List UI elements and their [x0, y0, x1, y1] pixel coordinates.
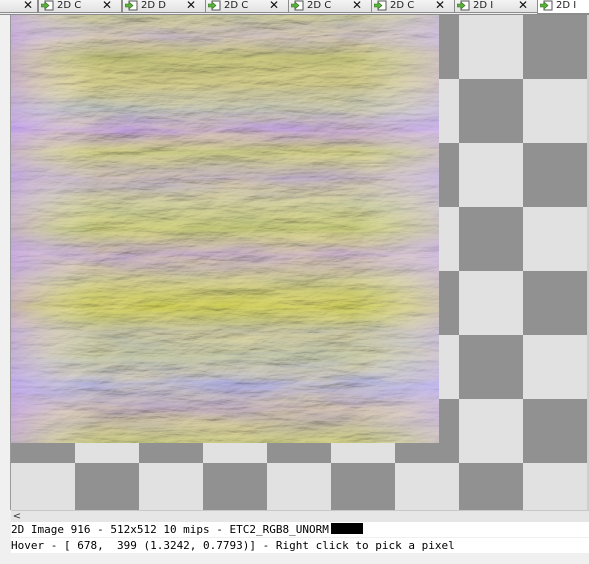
hover-info-line: Hover - [ 678, 399 (1.3242, 0.7793)] - R… [11, 538, 589, 553]
arrow-image-icon [291, 0, 304, 10]
scroll-left-arrow-icon[interactable]: < [11, 511, 23, 522]
arrow-image-icon [457, 0, 470, 10]
close-icon[interactable]: ✕ [269, 0, 279, 11]
arrow-image-icon [125, 0, 138, 10]
tab-6[interactable]: 2D I ✕ [454, 0, 538, 13]
tab-label: 2D C [390, 0, 415, 11]
tab-label: 2D D [141, 0, 166, 11]
tab-7-active[interactable]: 2D I [537, 0, 589, 14]
tab-label: 2D C [224, 0, 249, 11]
scrollbar-thumb[interactable] [25, 512, 585, 521]
tab-2[interactable]: 2D D ✕ [122, 0, 206, 13]
tab-4[interactable]: 2D C ✕ [288, 0, 372, 13]
close-icon[interactable]: ✕ [352, 0, 362, 11]
tab-3[interactable]: 2D C ✕ [205, 0, 289, 13]
arrow-image-icon [208, 0, 221, 10]
close-icon[interactable]: ✕ [518, 0, 528, 11]
close-icon[interactable]: ✕ [186, 0, 196, 11]
image-info-line: 2D Image 916 - 512x512 10 mips - ETC2_RG… [11, 522, 589, 537]
hover-info-text: Hover - [ 678, 399 (1.3242, 0.7793)] - R… [11, 539, 455, 552]
close-icon[interactable]: ✕ [102, 0, 112, 11]
close-icon[interactable]: ✕ [435, 0, 445, 11]
bottom-edge [0, 554, 589, 564]
image-info-text: 2D Image 916 - 512x512 10 mips - ETC2_RG… [11, 523, 329, 536]
texture-image[interactable] [11, 15, 439, 443]
texture-viewer[interactable] [11, 15, 587, 510]
texture-preview [11, 15, 439, 443]
horizontal-scrollbar[interactable]: < [11, 510, 589, 522]
tab-label: 2D I [556, 0, 577, 11]
tab-label: 2D I [473, 0, 494, 11]
pixel-color-swatch [330, 523, 363, 534]
tab-label: 2D C [57, 0, 82, 11]
tab-label: 2D C [307, 0, 332, 11]
arrow-image-icon [374, 0, 387, 10]
left-gutter [0, 15, 11, 510]
tab-1[interactable]: 2D C ✕ [38, 0, 122, 13]
tab-strip: ✕ 2D C ✕ 2D D ✕ 2D C ✕ 2D C ✕ 2D C ✕ 2D … [0, 0, 589, 15]
tab-5[interactable]: 2D C ✕ [371, 0, 455, 13]
tab-0[interactable]: ✕ [0, 0, 38, 13]
arrow-image-icon [540, 0, 553, 11]
close-icon[interactable]: ✕ [23, 0, 33, 11]
arrow-image-icon [41, 0, 54, 10]
